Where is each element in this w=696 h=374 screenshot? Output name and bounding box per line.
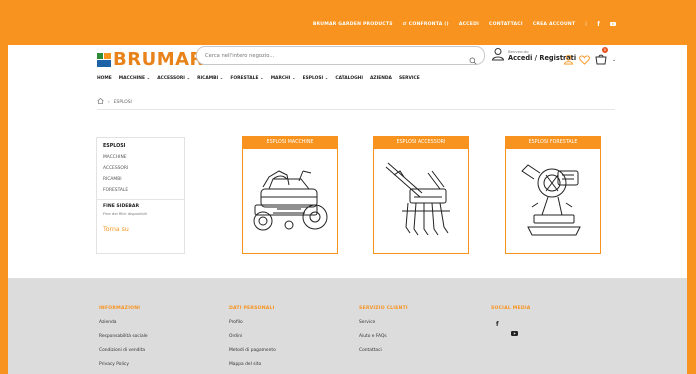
search-icon[interactable] [469,50,477,69]
divider: | [585,22,588,27]
breadcrumb-separator-icon: › [108,99,110,105]
top-link-brumar-garden[interactable]: BRUMAR GARDEN PRODUCTS [313,22,393,27]
nav-item-ricambi[interactable]: RICAMBI ⌄ [197,76,223,81]
sidebar-item-ricambi[interactable]: RICAMBI [103,177,178,182]
logo-mark-icon [97,53,111,67]
sidebar-item-macchine[interactable]: MACCHINE [103,155,178,160]
cultivator-drawing-icon [385,162,450,236]
chain-grinder-drawing-icon [521,164,581,236]
nav-item-forestale[interactable]: FORESTALE ⌄ [230,76,263,81]
chevron-down-icon[interactable]: ⌄ [612,57,616,63]
sidebar-item-forestale[interactable]: FORESTALE [103,188,178,193]
wishlist-heart-icon[interactable] [579,50,590,69]
footer-heading: SOCIAL MEDIA [491,306,531,311]
nav-item-home[interactable]: HOME [97,76,112,81]
lawn-tractor-drawing-icon [253,170,328,231]
compare-link[interactable]: ⇄ CONFRONTA () [403,22,449,27]
footer-link-azienda[interactable]: Azienda [99,320,148,325]
nav-item-marchi[interactable]: MARCHI ⌄ [271,76,296,81]
nav-item-cataloghi[interactable]: CATALOGHI [335,76,363,81]
footer-column-dati-personali: DATI PERSONALI Profilo Ordini Metodi di … [229,306,276,367]
footer-link-faq[interactable]: Aiuto e FAQs [359,334,408,339]
nav-item-azienda[interactable]: AZIENDA [370,76,392,81]
footer-link-pagamento[interactable]: Metodi di pagamento [229,348,276,353]
footer-heading: SERVIZIO CLIENTI [359,306,408,311]
search-input[interactable] [205,51,455,60]
top-link-contattaci[interactable]: CONTATTACI [489,22,523,27]
home-icon[interactable] [97,97,104,106]
logo-text: BRUMAR [113,49,204,70]
facebook-icon[interactable]: f [496,321,499,340]
sidebar-title: ESPLOSI [103,144,126,149]
footer-column-informazioni: INFORMAZIONI Azienda Responsabilità soci… [99,306,148,367]
nav-item-esplosi[interactable]: ESPLOSI ⌄ [303,76,329,81]
search-bar [196,46,485,65]
top-link-crea-account[interactable]: CREA ACCOUNT [533,22,576,27]
footer-link-condizioni[interactable]: Condizioni di vendita [99,348,148,353]
cart-count-badge: 0 [602,47,608,53]
cart-button[interactable]: 0 [595,47,608,69]
footer-link-contattaci[interactable]: Contattaci [359,348,408,353]
category-card-accessori[interactable]: ESPLOSI ACCESSORI [373,136,469,254]
compare-icon: ⇄ [402,22,407,27]
footer-column-social: SOCIAL MEDIA f [491,306,531,340]
account-outline-icon[interactable] [563,50,574,69]
header-icons: 0 ⌄ [563,47,616,69]
footer-link-responsabilita[interactable]: Responsabilità sociale [99,334,148,339]
top-bar: BRUMAR GARDEN PRODUCTS ⇄ CONFRONTA () AC… [8,5,687,45]
card-title: ESPLOSI FORESTALE [506,137,600,149]
footer: INFORMAZIONI Azienda Responsabilità soci… [8,278,687,374]
nav-item-service[interactable]: SERVICE [399,76,420,81]
sidebar-end-note: Fine dei filtri disponibili [103,211,147,216]
top-links: BRUMAR GARDEN PRODUCTS ⇄ CONFRONTA () AC… [313,21,616,28]
footer-link-service[interactable]: Service [359,320,408,325]
footer-heading: DATI PERSONALI [229,306,275,311]
nav-item-macchine[interactable]: MACCHINE ⌄ [119,76,150,81]
card-title: ESPLOSI MACCHINE [243,137,337,149]
nav-item-accessori[interactable]: ACCESSORI ⌄ [157,76,190,81]
footer-link-privacy[interactable]: Privacy Policy [99,362,148,367]
card-title: ESPLOSI ACCESSORI [374,137,468,149]
youtube-icon[interactable] [610,21,616,28]
footer-link-profilo[interactable]: Profilo [229,320,276,325]
back-to-top-link[interactable]: Torna su [103,226,178,233]
category-card-forestale[interactable]: ESPLOSI FORESTALE [505,136,601,254]
sidebar-divider [97,199,184,200]
user-icon [491,46,505,65]
breadcrumb: › ESPLOSI [97,97,132,106]
sidebar-item-accessori[interactable]: ACCESSORI [103,166,178,171]
sidebar-list: MACCHINE ACCESSORI RICAMBI FORESTALE [103,155,178,193]
compare-label: CONFRONTA () [408,22,449,27]
footer-link-ordini[interactable]: Ordini [229,334,276,339]
sidebar: ESPLOSI MACCHINE ACCESSORI RICAMBI FORES… [96,137,185,254]
breadcrumb-current: ESPLOSI [113,99,132,105]
footer-link-mappa[interactable]: Mappa del sito [229,362,276,367]
sidebar-end-title: FINE SIDEBAR [103,204,139,209]
main-nav: HOME MACCHINE ⌄ ACCESSORI ⌄ RICAMBI ⌄ FO… [97,76,420,81]
category-card-macchine[interactable]: ESPLOSI MACCHINE [242,136,338,254]
social-icons: f [496,321,531,340]
breadcrumb-divider [97,109,615,110]
youtube-icon[interactable] [510,321,518,340]
footer-heading: INFORMAZIONI [99,306,141,311]
facebook-icon[interactable]: f [597,21,600,28]
footer-column-servizio-clienti: SERVIZIO CLIENTI Service Aiuto e FAQs Co… [359,306,408,353]
brand-logo[interactable]: BRUMAR [97,49,204,70]
top-link-accedi[interactable]: ACCEDI [459,22,479,27]
